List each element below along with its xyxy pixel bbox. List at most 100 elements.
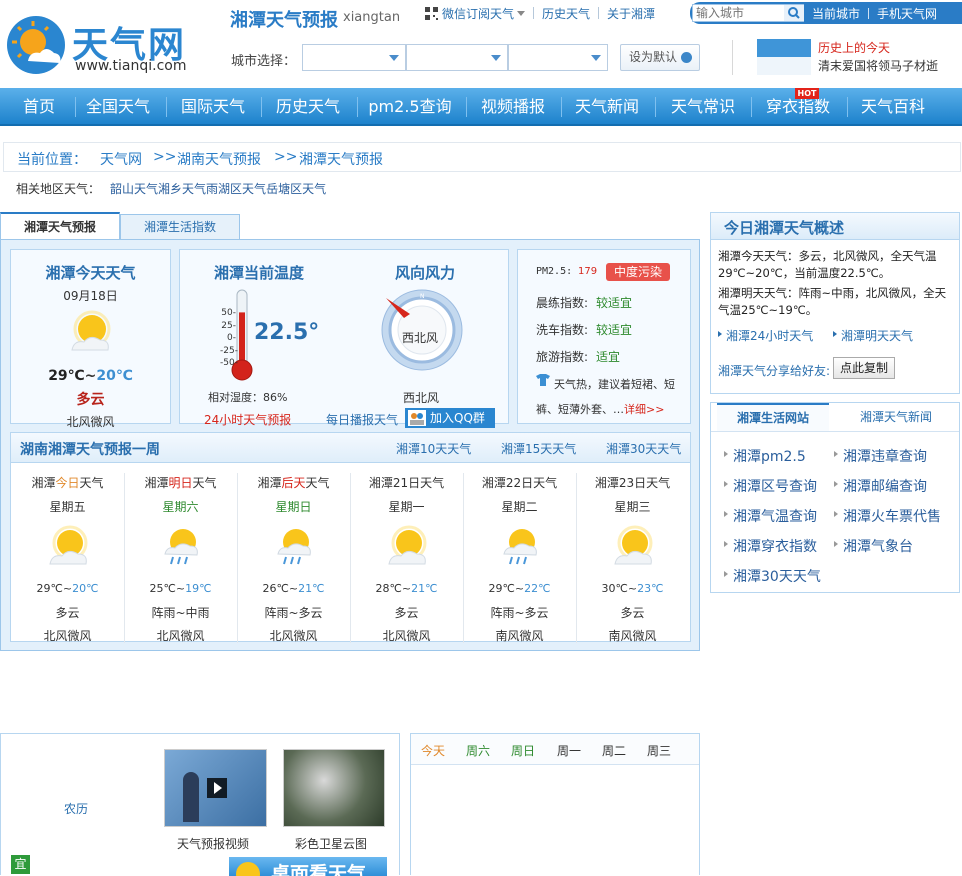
tab-life-index[interactable]: 湘潭生活指数 bbox=[120, 214, 240, 240]
nav-item-international[interactable]: 国际天气 bbox=[174, 88, 252, 126]
day-title-part: 天气 bbox=[305, 476, 330, 490]
related-link-shaoshan[interactable]: 韶山天气 bbox=[110, 180, 158, 197]
satellite-thumbnail[interactable] bbox=[283, 749, 385, 827]
forecast-day[interactable]: 湘潭今日天气 星期五 29℃~20℃ 多云 北风微风 bbox=[11, 464, 124, 643]
overview-box: 今日湘潭天气概述 湘潭今天天气：多云，北风微风，全天气温29℃~20℃，当前温度… bbox=[710, 212, 960, 394]
video-thumbnail[interactable] bbox=[164, 749, 267, 827]
overview-tomorrow-link[interactable]: 湘潭明天天气 bbox=[841, 327, 913, 344]
forecast-day[interactable]: 湘潭21日天气 星期一 28℃~21℃ 多云 北风微风 bbox=[350, 464, 463, 643]
temp-tilde: ~ bbox=[175, 582, 186, 595]
10day-link[interactable]: 湘潭10天天气 bbox=[396, 440, 471, 457]
day-temp-low: 19℃ bbox=[185, 582, 212, 595]
breadcrumb-link-home[interactable]: 天气网 bbox=[100, 149, 142, 169]
forecast-panel: 湘潭今天天气 09月18日 29℃~20℃ 多云 北风微风 湘潭当前温度 50-… bbox=[0, 239, 700, 651]
day-title-part: 天气 bbox=[646, 476, 671, 490]
nav-item-knowledge[interactable]: 天气常识 bbox=[664, 88, 742, 126]
province-select[interactable] bbox=[302, 44, 406, 71]
search-icon[interactable] bbox=[784, 5, 804, 21]
forecast-day[interactable]: 湘潭明日天气 星期六 25℃~19℃ 阵雨~中雨 北风微风 bbox=[124, 464, 237, 643]
forecast-day[interactable]: 湘潭22日天气 星期二 29℃~22℃ 阵雨~多云 南风微风 bbox=[463, 464, 576, 643]
life-link-30day[interactable]: 湘潭30天天气 bbox=[724, 566, 821, 586]
day-temp-low: 23℃ bbox=[637, 582, 664, 595]
about-city-link[interactable]: 关于湘潭 bbox=[607, 5, 655, 22]
video-caption[interactable]: 天气预报视频 bbox=[177, 835, 249, 852]
day-temp: 25℃~19℃ bbox=[124, 582, 237, 595]
24h-forecast-link[interactable]: 24小时天气预报 bbox=[204, 411, 291, 428]
divider bbox=[466, 97, 467, 117]
day-tab-mon[interactable]: 周一 bbox=[557, 742, 581, 759]
day-tab-sat[interactable]: 周六 bbox=[466, 742, 490, 759]
day-wind: 北风微风 bbox=[269, 629, 318, 643]
life-link-postcode[interactable]: 湘潭邮编查询 bbox=[834, 476, 927, 496]
day-tab-sun[interactable]: 周日 bbox=[511, 742, 535, 759]
related-link-yuetang[interactable]: 岳塘区天气 bbox=[266, 180, 326, 197]
nav-item-video[interactable]: 视频播报 bbox=[474, 88, 552, 126]
copy-button[interactable]: 点此复制 bbox=[833, 357, 895, 379]
wechat-subscribe-link[interactable]: 微信订阅天气 bbox=[442, 5, 514, 22]
satellite-caption[interactable]: 彩色卫星云图 bbox=[295, 835, 367, 852]
life-link-observatory[interactable]: 湘潭气象台 bbox=[834, 536, 913, 556]
forecast-day[interactable]: 湘潭23日天气 星期三 30℃~23℃ 多云 南风微风 bbox=[576, 464, 689, 643]
30day-link[interactable]: 湘潭30天天气 bbox=[606, 440, 681, 457]
index-value-exercise[interactable]: 较适宜 bbox=[596, 294, 632, 311]
join-qq-button[interactable]: 加入QQ群 bbox=[405, 408, 495, 428]
wind-direction-label: 西北风 bbox=[403, 391, 440, 405]
nav-item-history[interactable]: 历史天气 bbox=[268, 88, 348, 126]
clothing-tip: 天气热，建议着短裙、短裤、短薄外套、…详细>> bbox=[536, 372, 686, 422]
nav-item-news[interactable]: 天气新闻 bbox=[568, 88, 646, 126]
life-link-train[interactable]: 湘潭火车票代售 bbox=[834, 506, 941, 526]
city-select[interactable] bbox=[406, 44, 508, 71]
15day-link[interactable]: 湘潭15天天气 bbox=[501, 440, 576, 457]
today-date: 09月18日 bbox=[63, 289, 118, 303]
chevron-down-icon bbox=[591, 55, 601, 61]
current-card: 湘潭当前温度 50- 25- 0- -25- -50- 22.5° 相对湿度：8… bbox=[179, 249, 509, 428]
tab-forecast[interactable]: 湘潭天气预报 bbox=[0, 212, 120, 240]
breadcrumb-link-city[interactable]: 湘潭天气预报 bbox=[299, 149, 383, 169]
related-link-yuhu[interactable]: 雨湖区天气 bbox=[206, 180, 266, 197]
daily-broadcast-text: 每日播报天气 bbox=[326, 413, 399, 427]
day-tab-today[interactable]: 今天 bbox=[421, 742, 445, 759]
day-title-part: 湘潭 bbox=[481, 476, 506, 490]
day-weekday: 星期五 bbox=[49, 500, 86, 514]
pm25-value: 179 bbox=[578, 266, 598, 277]
life-link-violation[interactable]: 湘潭违章查询 bbox=[834, 446, 927, 466]
day-temp: 26℃~21℃ bbox=[237, 582, 350, 595]
history-thumbnail[interactable] bbox=[757, 39, 811, 75]
today-title[interactable]: 湘潭今天天气 bbox=[11, 262, 170, 283]
day-tab-tue[interactable]: 周二 bbox=[602, 742, 626, 759]
index-value-carwash[interactable]: 较适宜 bbox=[596, 321, 632, 338]
logo-url[interactable]: www.tianqi.com bbox=[75, 58, 186, 74]
life-link-clothing[interactable]: 湘潭穿衣指数 bbox=[724, 536, 817, 556]
desktop-weather-banner[interactable]: 桌面看天气 bbox=[229, 857, 387, 876]
day-tab-label: 今天 bbox=[421, 744, 446, 758]
index-value-travel[interactable]: 适宜 bbox=[596, 348, 620, 365]
set-default-button[interactable]: 设为默认 bbox=[620, 44, 700, 71]
history-weather-link[interactable]: 历史天气 bbox=[542, 5, 590, 22]
forecast-day[interactable]: 湘潭后天天气 星期日 26℃~21℃ 阵雨~多云 北风微风 bbox=[237, 464, 350, 643]
overview-24h-link[interactable]: 湘潭24小时天气 bbox=[726, 327, 813, 344]
nav-item-pm25[interactable]: pm2.5查询 bbox=[364, 88, 456, 126]
history-today-text[interactable]: 清末爱国将领马子材逝 bbox=[818, 57, 962, 74]
life-link-areacode[interactable]: 湘潭区号查询 bbox=[724, 476, 817, 496]
current-city-link[interactable]: 当前城市 bbox=[812, 5, 860, 22]
life-link-pm25[interactable]: 湘潭pm2.5 bbox=[724, 446, 806, 466]
breadcrumb-link-province[interactable]: 湖南天气预报 bbox=[177, 149, 261, 169]
mobile-site-link[interactable]: 手机天气网 bbox=[877, 5, 937, 22]
tab-life-sites[interactable]: 湘潭生活网站 bbox=[717, 403, 829, 431]
nav-item-home[interactable]: 首页 bbox=[7, 88, 71, 126]
life-link-temperature[interactable]: 湘潭气温查询 bbox=[724, 506, 817, 526]
logo-sun-icon[interactable] bbox=[6, 15, 66, 75]
compass-direction: 西北风 bbox=[402, 331, 439, 345]
district-select[interactable] bbox=[508, 44, 608, 71]
tab-weather-news[interactable]: 湘潭天气新闻 bbox=[836, 403, 956, 431]
history-today-title[interactable]: 历史上的今天 bbox=[818, 39, 890, 56]
wind-title: 风向风力 bbox=[395, 264, 456, 282]
day-tab-wed[interactable]: 周三 bbox=[647, 742, 671, 759]
nav-item-national[interactable]: 全国天气 bbox=[80, 88, 156, 126]
detail-link[interactable]: 详细>> bbox=[624, 403, 664, 416]
share-text: 湘潭天气分享给好友: bbox=[718, 364, 831, 378]
related-link-xiangxiang[interactable]: 湘乡天气 bbox=[158, 180, 206, 197]
day-condition: 阵雨~多云 bbox=[490, 606, 549, 620]
play-icon[interactable] bbox=[207, 778, 227, 798]
nav-item-encyclopedia[interactable]: 天气百科 bbox=[853, 88, 933, 126]
